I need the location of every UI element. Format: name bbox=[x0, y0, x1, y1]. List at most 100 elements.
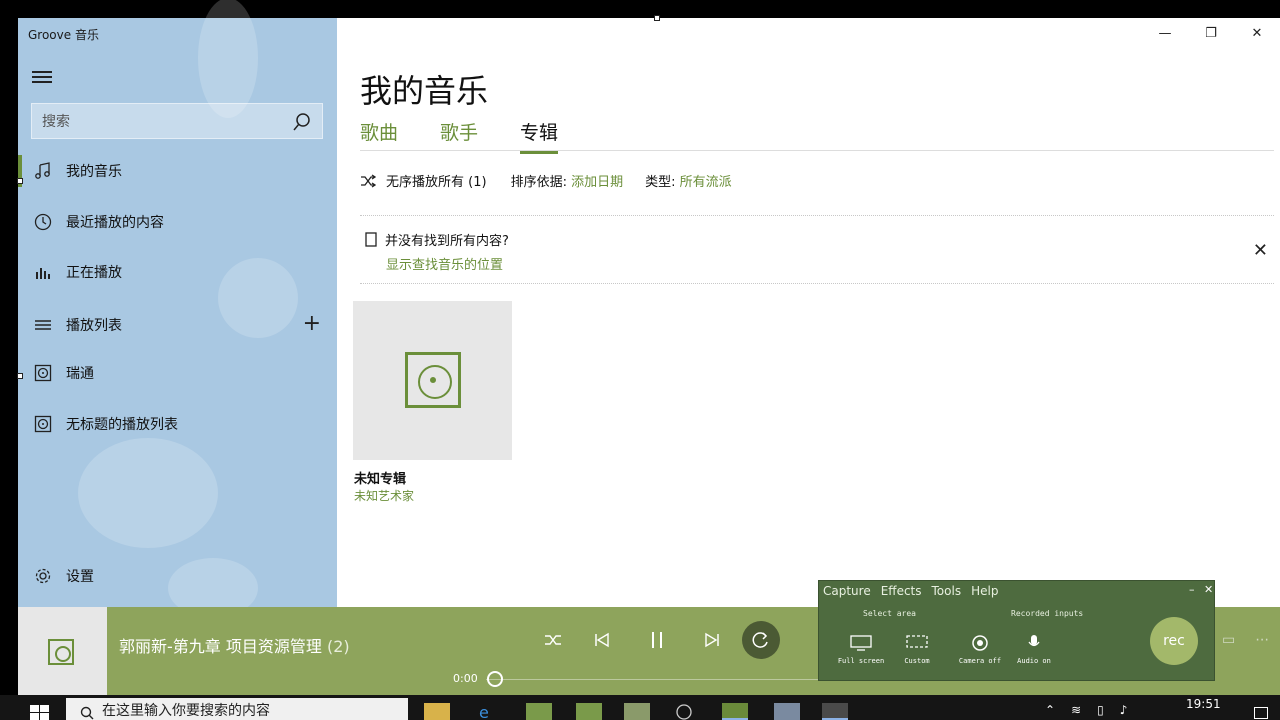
close-notice-button[interactable]: ✕ bbox=[1253, 240, 1268, 261]
recorded-inputs-label: Recorded inputs bbox=[1011, 609, 1084, 618]
previous-icon bbox=[594, 632, 610, 648]
shuffle-icon bbox=[360, 173, 376, 188]
battery-icon[interactable]: ▯ bbox=[1097, 703, 1104, 717]
notification-center-icon[interactable] bbox=[1254, 707, 1268, 719]
search-box bbox=[31, 103, 323, 139]
album-artist[interactable]: 未知艺术家 bbox=[354, 487, 414, 504]
sort-control: 排序依据: 添加日期 bbox=[511, 171, 624, 190]
sidebar-item-playlist-ruitong[interactable]: 瑞通 bbox=[18, 353, 337, 393]
restore-button[interactable]: ❐ bbox=[1188, 18, 1234, 48]
show-music-locations-link[interactable]: 显示查找音乐的位置 bbox=[386, 254, 509, 273]
album-tile[interactable] bbox=[353, 301, 512, 460]
desktop-screen: Groove 音乐 我的音乐 最近播放的内容 bbox=[0, 0, 1280, 720]
genre-control: 类型: 所有流派 bbox=[645, 171, 732, 190]
now-playing-thumbnail[interactable] bbox=[18, 607, 107, 695]
screen-recorder-panel: Capture Effects Tools Help – ✕ Select ar… bbox=[818, 580, 1215, 681]
playlist-disc-icon bbox=[34, 415, 52, 433]
sort-label: 排序依据: bbox=[510, 175, 567, 190]
sidebar-item-recent[interactable]: 最近播放的内容 bbox=[18, 202, 337, 242]
custom-area-button[interactable]: Custom bbox=[895, 629, 939, 665]
recorder-close-button[interactable]: ✕ bbox=[1204, 583, 1213, 596]
tab-bar: 歌曲 歌手 专辑 bbox=[360, 118, 600, 154]
keyboard-icon[interactable]: ▭ bbox=[1222, 632, 1235, 648]
more-icon[interactable]: ⋯ bbox=[1255, 632, 1269, 648]
sidebar-item-playlist-untitled[interactable]: 无标题的播放列表 bbox=[18, 404, 337, 444]
camera-toggle[interactable]: Camera off bbox=[955, 629, 1005, 665]
sidebar-item-settings[interactable]: 设置 bbox=[18, 556, 337, 596]
track-info[interactable]: 郭丽新-第九章 项目资源管理 (2) bbox=[119, 633, 350, 657]
selection-handle[interactable] bbox=[17, 178, 23, 184]
full-screen-button[interactable]: Full screen bbox=[837, 629, 885, 665]
tab-artists[interactable]: 歌手 bbox=[440, 118, 478, 154]
menu-effects[interactable]: Effects bbox=[881, 584, 922, 598]
volume-icon[interactable]: ♪ bbox=[1120, 703, 1128, 717]
audio-toggle[interactable]: Audio on bbox=[1013, 629, 1055, 665]
taskbar-search-box[interactable]: 在这里输入你要搜索的内容 bbox=[66, 698, 408, 720]
taskbar-clock[interactable]: 19:51 bbox=[1186, 697, 1221, 711]
menu-capture[interactable]: Capture bbox=[823, 584, 871, 598]
add-playlist-button[interactable]: + bbox=[303, 313, 321, 335]
edge-browser-icon[interactable]: e bbox=[476, 703, 502, 720]
custom-area-label: Custom bbox=[904, 657, 930, 665]
close-button[interactable]: ✕ bbox=[1234, 18, 1280, 48]
network-icon[interactable]: ≋ bbox=[1071, 703, 1081, 717]
previous-button[interactable] bbox=[584, 625, 620, 655]
start-button[interactable] bbox=[30, 705, 50, 720]
recorder-minimize-button[interactable]: – bbox=[1189, 583, 1195, 596]
selection-handle[interactable] bbox=[17, 373, 23, 379]
hamburger-menu-button[interactable] bbox=[32, 68, 52, 84]
seek-bar[interactable] bbox=[486, 679, 818, 680]
repeat-button[interactable] bbox=[742, 621, 780, 659]
album-name[interactable]: 未知专辑 bbox=[354, 468, 406, 487]
sidebar-item-now-playing[interactable]: 正在播放 bbox=[18, 252, 337, 292]
svg-text:e: e bbox=[479, 703, 489, 720]
custom-area-icon bbox=[895, 629, 939, 657]
search-input[interactable] bbox=[42, 110, 282, 134]
app-icon[interactable] bbox=[774, 703, 800, 720]
camera-label: Camera off bbox=[958, 657, 1002, 665]
record-button[interactable]: rec bbox=[1150, 617, 1198, 665]
sidebar-item-playlists[interactable]: 播放列表 + bbox=[18, 305, 337, 345]
tab-songs[interactable]: 歌曲 bbox=[360, 118, 398, 154]
album-placeholder-icon bbox=[405, 352, 461, 408]
sort-dropdown[interactable]: 添加日期 bbox=[571, 175, 623, 190]
system-tray: ⌃ ≋ ▯ ♪ bbox=[1045, 703, 1143, 717]
next-button[interactable] bbox=[694, 625, 730, 655]
pause-button[interactable] bbox=[639, 625, 675, 655]
clock-app-icon[interactable] bbox=[674, 703, 700, 720]
menu-help[interactable]: Help bbox=[971, 584, 998, 598]
menu-tools[interactable]: Tools bbox=[932, 584, 962, 598]
search-icon[interactable] bbox=[292, 112, 312, 132]
minimize-button[interactable]: — bbox=[1142, 18, 1188, 48]
wechat-icon[interactable] bbox=[624, 703, 650, 720]
album-placeholder-icon bbox=[48, 639, 74, 665]
camera-icon bbox=[955, 629, 1005, 657]
music-note-icon bbox=[34, 162, 52, 180]
next-icon bbox=[704, 632, 720, 648]
sidebar-item-label: 我的音乐 bbox=[66, 164, 122, 180]
track-title: 郭丽新-第九章 项目资源管理 bbox=[119, 637, 322, 656]
recorder-menu: Capture Effects Tools Help bbox=[823, 584, 1008, 598]
genre-dropdown[interactable]: 所有流派 bbox=[680, 175, 732, 190]
toolbar: 无序播放所有 (1) 排序依据: 添加日期 类型: 所有流派 bbox=[360, 171, 754, 190]
phone-icon bbox=[365, 232, 377, 247]
repeat-icon bbox=[751, 630, 771, 650]
track-count: (2) bbox=[326, 637, 350, 656]
tab-albums[interactable]: 专辑 bbox=[520, 118, 559, 154]
file-explorer-icon[interactable] bbox=[424, 703, 450, 720]
selection-handle[interactable] bbox=[654, 15, 660, 21]
project-app-icon[interactable] bbox=[722, 703, 748, 720]
select-area-label: Select area bbox=[863, 609, 916, 618]
chevron-up-icon[interactable]: ⌃ bbox=[1045, 703, 1055, 717]
clock-icon bbox=[34, 213, 52, 231]
app-icon[interactable] bbox=[576, 703, 602, 720]
microphone-icon bbox=[1013, 629, 1055, 657]
shuffle-all-button[interactable]: 无序播放所有 (1) bbox=[360, 171, 487, 190]
pause-icon bbox=[650, 631, 664, 649]
seek-handle[interactable] bbox=[487, 671, 503, 687]
groove-music-icon[interactable] bbox=[822, 703, 848, 720]
app-icon[interactable] bbox=[526, 703, 552, 720]
equalizer-icon bbox=[34, 263, 52, 281]
sidebar-item-my-music[interactable]: 我的音乐 bbox=[18, 151, 337, 191]
shuffle-button[interactable] bbox=[535, 625, 571, 655]
